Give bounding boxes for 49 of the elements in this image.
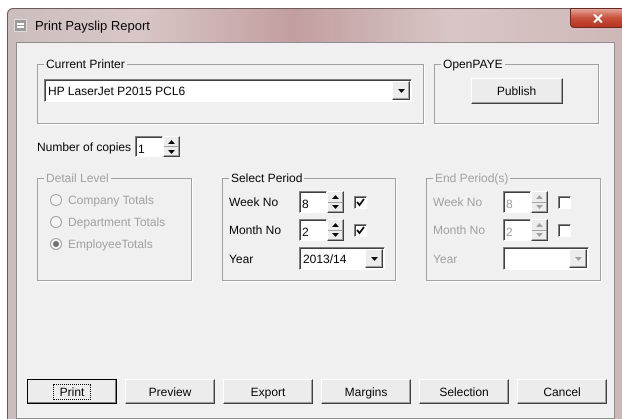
checkbox[interactable] [354, 196, 367, 208]
field-label: Month No [433, 222, 486, 239]
checkbox[interactable] [354, 224, 367, 236]
spin-buttons[interactable] [163, 136, 180, 157]
dropdown-arrow-icon [370, 256, 378, 260]
field-label: Month No [229, 222, 282, 239]
dropdown-arrow-icon [574, 256, 582, 260]
close-icon [592, 14, 602, 22]
number-field[interactable]: 1 [135, 136, 164, 157]
spin-buttons[interactable] [327, 219, 344, 241]
down-arrow-icon [332, 205, 339, 210]
up-arrow-icon [536, 194, 543, 199]
group-label: End Period(s) [434, 170, 510, 187]
dialog-button[interactable]: Preview [125, 379, 215, 404]
dropdown[interactable]: 2013/14 [299, 247, 385, 270]
dialog-button[interactable]: Selection [419, 379, 509, 404]
radio-label: EmployeeTotals [68, 236, 153, 253]
field-label: Year [433, 250, 458, 268]
window-title: Print Payslip Report [35, 16, 150, 35]
field-label: Year [229, 250, 254, 268]
down-arrow-icon [332, 233, 339, 238]
up-arrow-icon [332, 222, 339, 227]
group-label: Current Printer [45, 56, 126, 73]
app-icon [14, 19, 27, 32]
field-label: Week No [433, 194, 484, 211]
field-label: Number of copies [37, 138, 132, 156]
up-arrow-icon [332, 194, 339, 199]
number-field[interactable]: 8 [299, 191, 327, 213]
radio-label: Department Totals [68, 214, 166, 231]
down-arrow-icon [536, 233, 543, 238]
radio-label: Company Totals [68, 192, 154, 209]
dialog-button[interactable]: Print [27, 379, 117, 404]
dropdown-arrow-icon [398, 88, 404, 92]
group-label: Detail Level [45, 170, 110, 187]
group-label: OpenPAYE [442, 56, 504, 73]
dialog-button[interactable]: Cancel [517, 379, 607, 404]
up-arrow-icon [168, 140, 176, 144]
up-arrow-icon [536, 222, 543, 227]
field-label: Week No [229, 194, 280, 211]
dropdown[interactable]: HP LaserJet P2015 PCL6 [44, 79, 412, 102]
number-field[interactable]: 2 [299, 219, 327, 241]
spin-buttons[interactable] [327, 191, 344, 213]
dialog-button[interactable]: Export [223, 379, 313, 404]
group-label: Select Period [230, 170, 304, 187]
dialog-button[interactable]: Margins [321, 379, 411, 404]
close-button[interactable] [570, 8, 622, 28]
down-arrow-icon [536, 205, 543, 210]
down-arrow-icon [168, 150, 176, 154]
publish-button[interactable]: Publish [470, 78, 562, 104]
